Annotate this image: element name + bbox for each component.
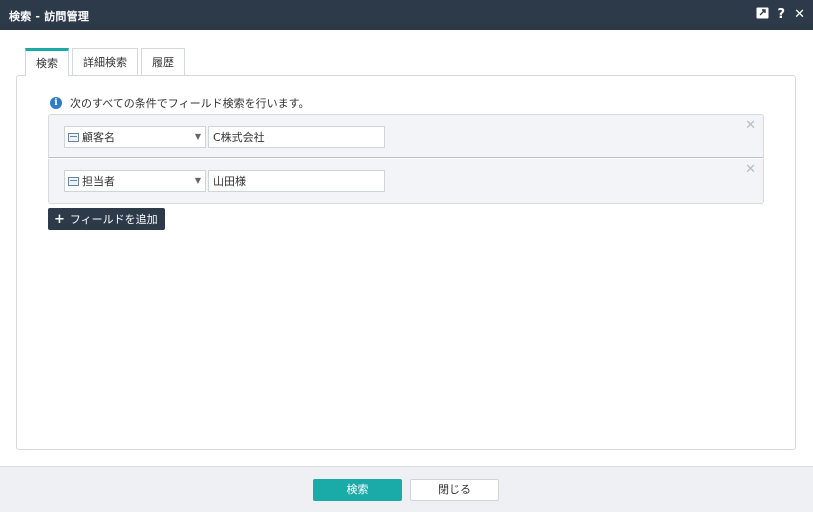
condition-row: 担当者 ▼ ✕ [48,159,764,204]
field-type-icon [68,176,79,186]
dropdown-arrow-icon: ▼ [194,176,201,185]
help-icon[interactable]: ? [778,7,786,23]
title-bar: 検索 - 訪問管理 ? ✕ [0,0,813,30]
field-select[interactable]: 担当者 ▼ [64,170,206,192]
plus-icon: + [54,211,65,227]
condition-value-input[interactable] [208,126,385,148]
field-select-value: 担当者 [82,175,115,188]
add-field-button[interactable]: + フィールドを追加 [48,208,165,230]
window-controls: ? ✕ [756,7,805,23]
search-tabs: 検索 詳細検索 履歴 [25,48,188,76]
tab-label: 履歴 [152,56,174,69]
add-field-label: フィールドを追加 [69,213,158,226]
tab-label: 検索 [36,57,58,70]
remove-condition-icon[interactable]: ✕ [745,162,756,177]
condition-value-input[interactable] [208,170,385,192]
tab-history[interactable]: 履歴 [141,48,185,76]
tab-label: 詳細検索 [83,56,127,69]
popout-icon[interactable] [756,7,769,23]
tab-search[interactable]: 検索 [25,48,69,76]
close-icon[interactable]: ✕ [794,7,805,23]
field-select[interactable]: 顧客名 ▼ [64,126,206,148]
remove-condition-icon[interactable]: ✕ [745,118,756,133]
window-title: 検索 - 訪問管理 [9,10,90,23]
dialog-footer: 検索 閉じる [0,466,813,512]
condition-row: 顧客名 ▼ ✕ [48,114,764,158]
info-message: i 次のすべての条件でフィールド検索を行います。 [50,95,309,111]
close-button[interactable]: 閉じる [410,479,499,501]
tab-advanced-search[interactable]: 詳細検索 [72,48,138,76]
field-type-icon [68,132,79,142]
info-icon: i [50,97,62,109]
field-select-value: 顧客名 [82,131,115,144]
search-button[interactable]: 検索 [313,479,402,501]
info-text: 次のすべての条件でフィールド検索を行います。 [70,97,310,110]
dropdown-arrow-icon: ▼ [194,132,201,141]
